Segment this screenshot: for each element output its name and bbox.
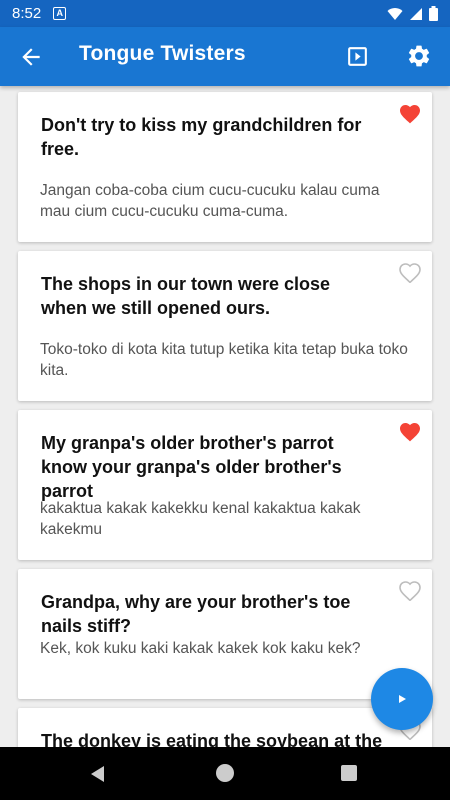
status-icons [387, 6, 438, 21]
slideshow-icon[interactable] [345, 44, 370, 69]
nav-recents-icon[interactable] [341, 765, 357, 781]
battery-icon [429, 6, 438, 21]
twister-list[interactable]: Don't try to kiss my grandchildren for f… [0, 86, 450, 747]
twister-translation: Kek, kok kuku kaki kakak kakek kok kaku … [40, 640, 361, 657]
twister-card[interactable]: The donkey is eating the soybean at the [18, 708, 432, 747]
twister-title: Grandpa, why are your brother's toe nail… [41, 592, 351, 636]
twister-translation: Toko-toko di kota kita tutup ketika kita… [40, 341, 408, 379]
twister-card[interactable]: My granpa's older brother's parrot know … [18, 410, 432, 560]
status-time: 8:52 [12, 5, 42, 22]
notification-a-icon: A [53, 7, 67, 20]
gear-icon[interactable] [406, 43, 432, 69]
twister-title: The donkey is eating the soybean at the [41, 731, 383, 747]
twister-card[interactable]: Don't try to kiss my grandchildren for f… [18, 92, 432, 242]
wifi-icon [387, 7, 403, 20]
heart-outline-icon[interactable] [398, 579, 422, 601]
twister-translation: kakaktua kakak kakekku kenal kakaktua ka… [40, 500, 361, 538]
heart-outline-icon[interactable] [398, 261, 422, 283]
heart-filled-icon[interactable] [398, 102, 422, 124]
play-icon [399, 695, 406, 703]
nav-back-icon[interactable] [88, 763, 110, 785]
twister-translation: Jangan coba-coba cium cucu-cucuku kalau … [40, 182, 380, 220]
signal-icon [410, 7, 422, 20]
twister-title: Don't try to kiss my grandchildren for f… [41, 115, 362, 159]
arrow-back-icon[interactable] [18, 44, 44, 70]
app-bar: Tongue Twisters [0, 27, 450, 86]
twister-title: My granpa's older brother's parrot know … [41, 433, 342, 501]
page-title: Tongue Twisters [79, 42, 246, 65]
play-fab-button[interactable] [371, 668, 433, 730]
twister-card[interactable]: The shops in our town were close when we… [18, 251, 432, 401]
status-bar: 8:52 A [0, 0, 450, 27]
nav-home-icon[interactable] [216, 764, 234, 782]
heart-filled-icon[interactable] [398, 420, 422, 442]
twister-title: The shops in our town were close when we… [41, 274, 331, 318]
twister-card[interactable]: Grandpa, why are your brother's toe nail… [18, 569, 432, 699]
system-nav-bar [0, 747, 450, 800]
